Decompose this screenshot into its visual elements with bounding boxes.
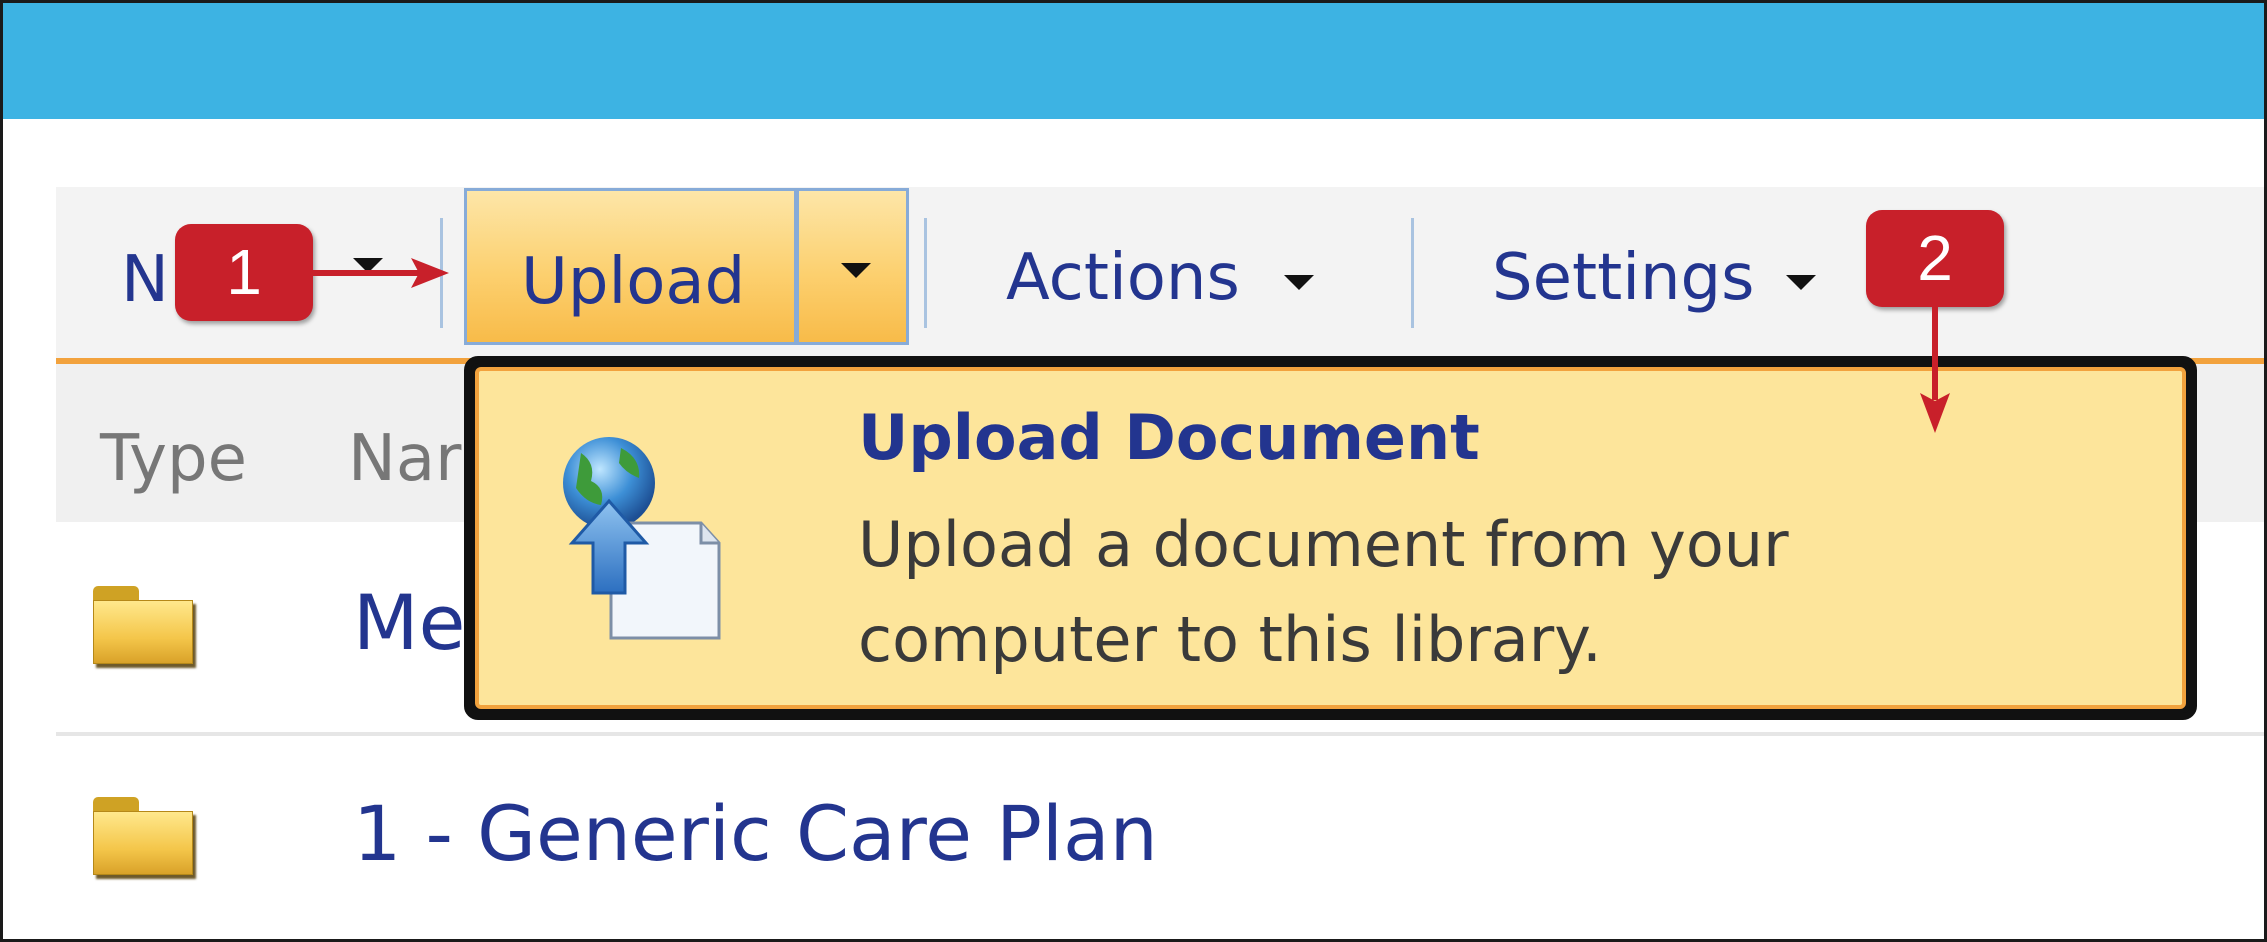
- upload-dropdown-chevron-icon: [841, 263, 871, 278]
- toolbar-separator: [1411, 218, 1414, 328]
- upload-document-description-line1: Upload a document from your: [858, 508, 1789, 581]
- folder-icon: [93, 586, 197, 668]
- upload-document-description-line2: computer to this library.: [858, 603, 1602, 676]
- upload-dropdown-button[interactable]: [799, 188, 909, 345]
- actions-chevron-down-icon[interactable]: [1284, 275, 1314, 290]
- settings-menu-label[interactable]: Settings: [1492, 246, 1755, 310]
- callout-badge-2: 2: [1866, 210, 2004, 307]
- settings-chevron-down-icon[interactable]: [1786, 275, 1816, 290]
- list-item-link[interactable]: 1 - Generic Care Plan: [353, 796, 1158, 872]
- upload-document-icon: [563, 437, 721, 640]
- callout-arrow-1-icon: [311, 258, 449, 288]
- upload-button[interactable]: Upload: [464, 188, 797, 345]
- top-banner: [3, 3, 2264, 119]
- actions-menu-label[interactable]: Actions: [1006, 246, 1240, 310]
- folder-icon: [93, 797, 197, 879]
- upload-button-label: Upload: [521, 245, 746, 319]
- column-header-name[interactable]: Nar: [348, 427, 461, 491]
- toolbar-separator: [924, 218, 927, 328]
- list-item-link[interactable]: Me: [353, 585, 465, 661]
- callout-badge-1: 1: [175, 224, 313, 321]
- column-header-type[interactable]: Type: [100, 427, 247, 491]
- screenshot-frame: N Upload Actions Settings Type Nar Me 1 …: [0, 0, 2267, 942]
- new-button-label[interactable]: N: [121, 248, 169, 312]
- callout-arrow-2-icon: [1920, 305, 1950, 433]
- row-divider: [56, 732, 2264, 736]
- upload-document-title: Upload Document: [858, 401, 1480, 474]
